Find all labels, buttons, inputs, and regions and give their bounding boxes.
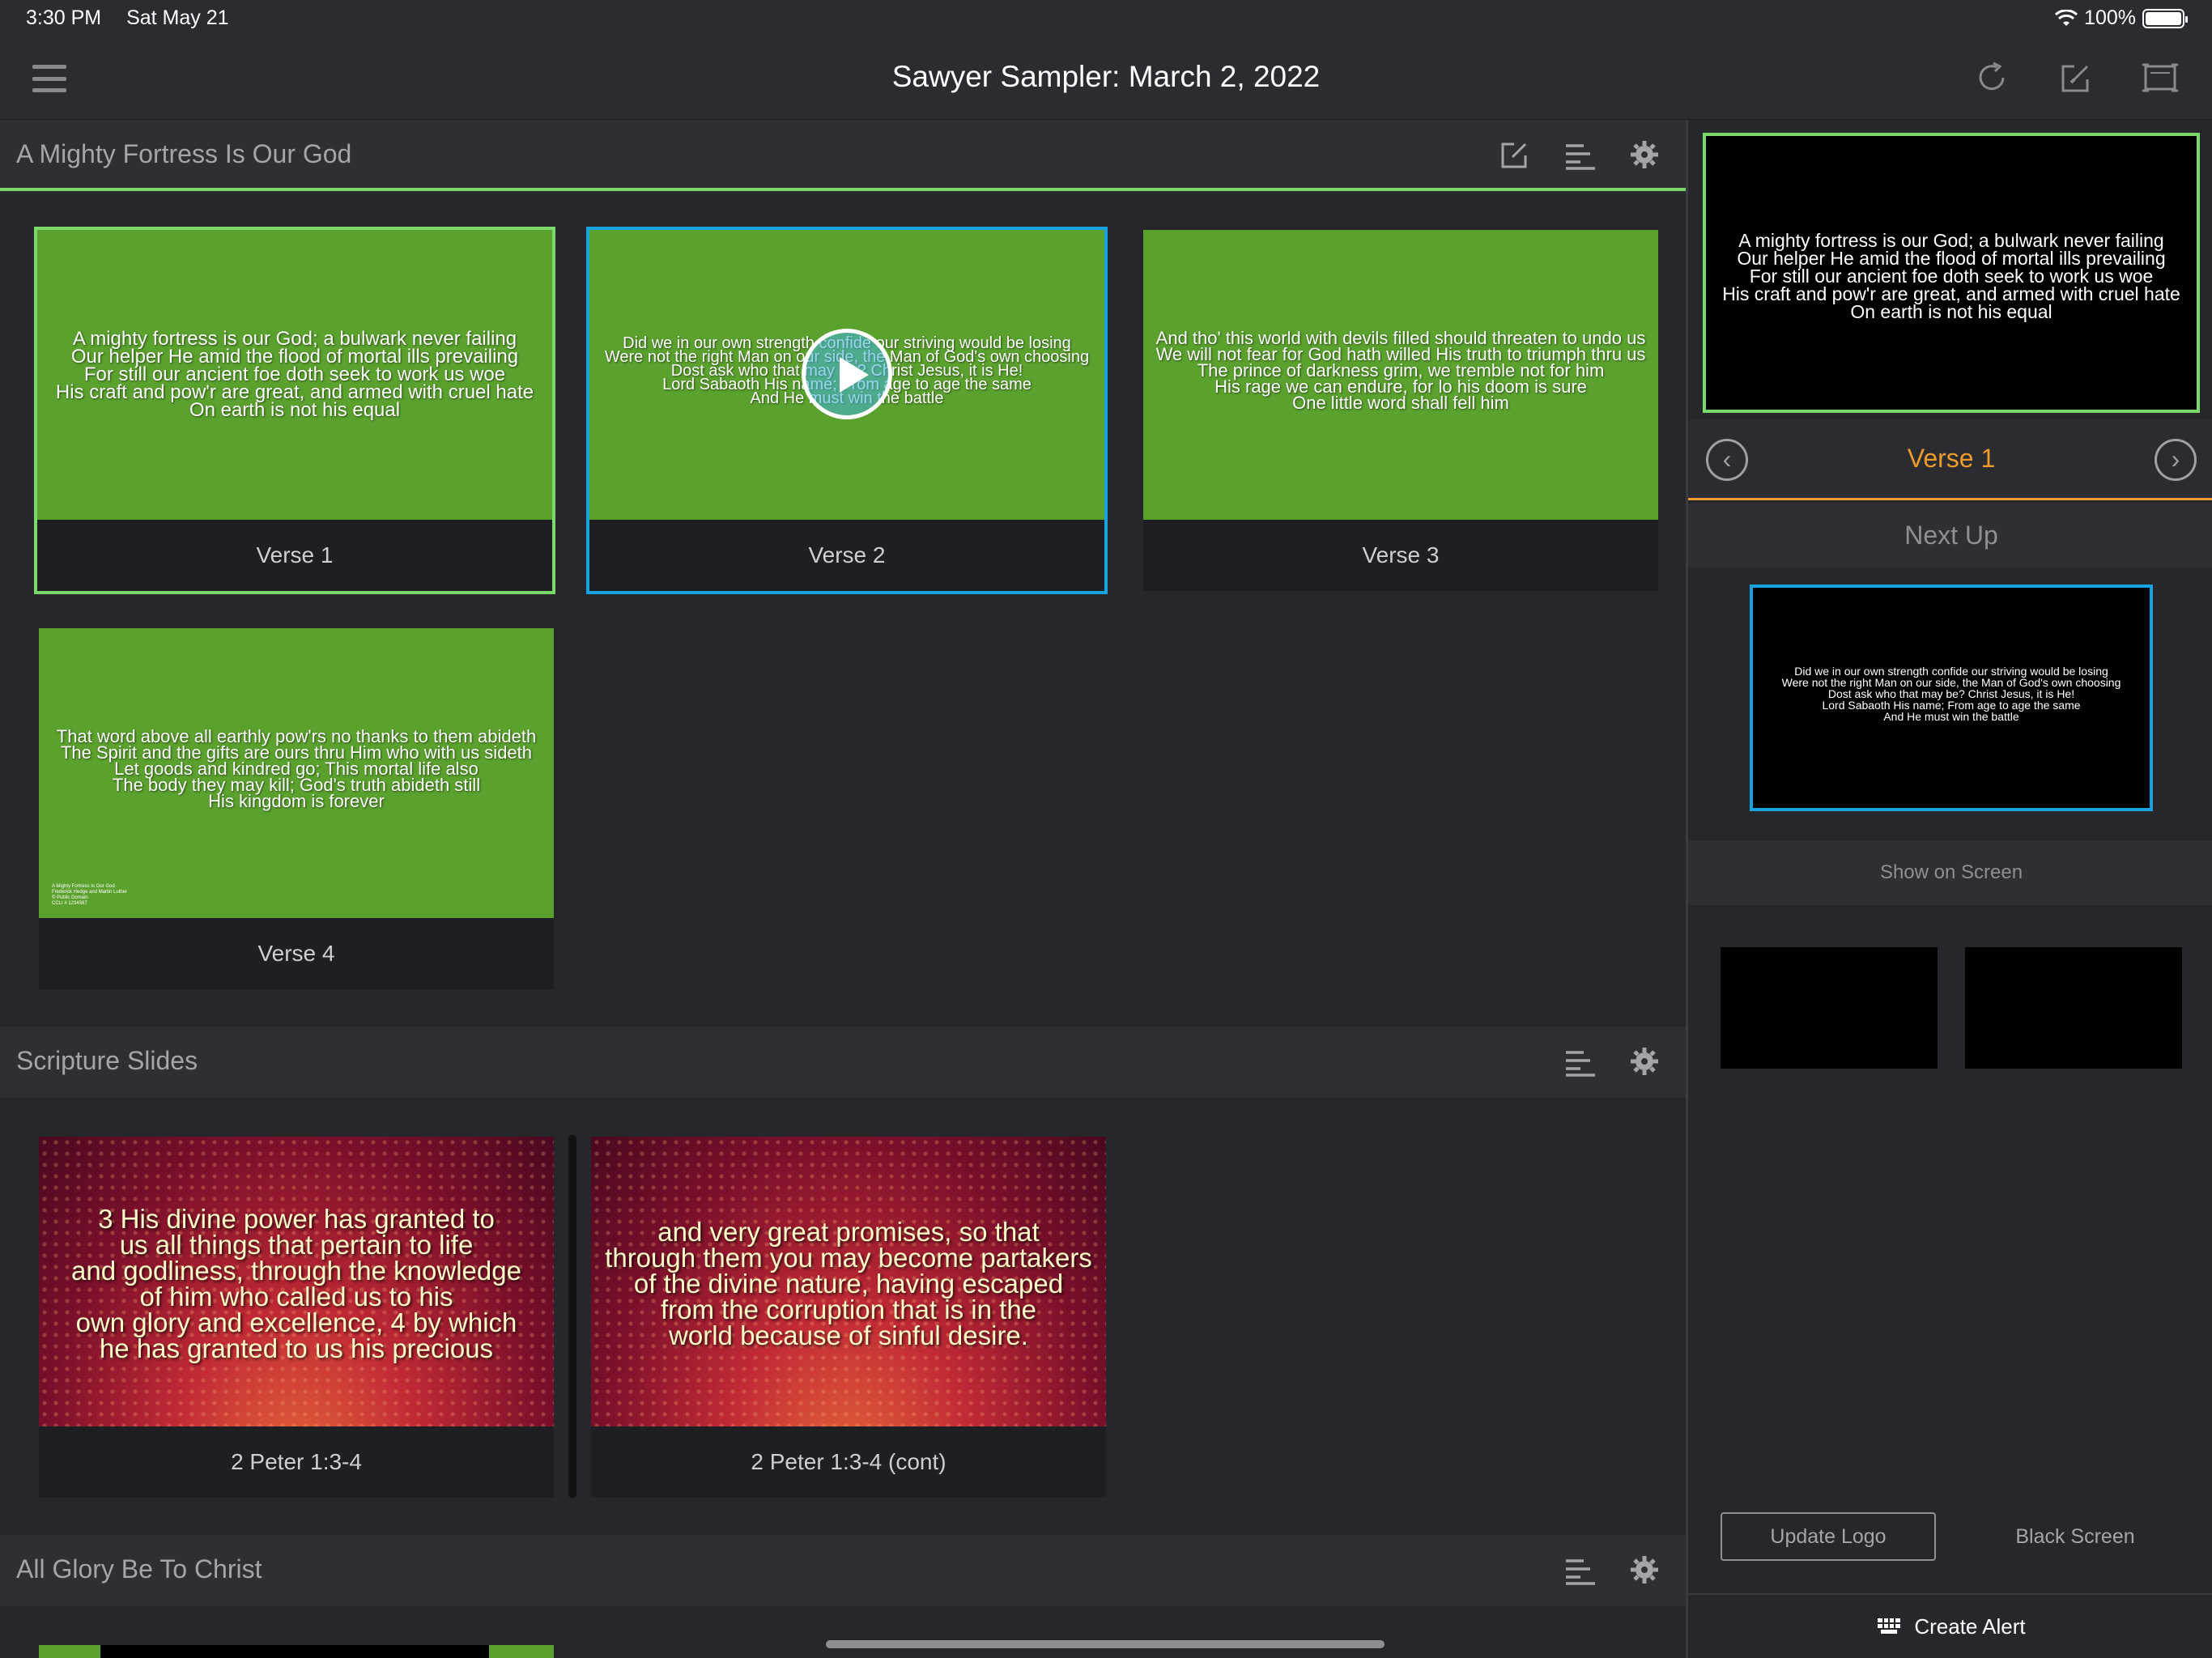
drag-divider[interactable] bbox=[568, 1135, 576, 1498]
slide-text: That word above all earthly pow'rs no th… bbox=[56, 726, 537, 811]
screen-option-1[interactable] bbox=[1721, 947, 1938, 1069]
arrange-icon[interactable] bbox=[1563, 1044, 1597, 1078]
next-up-header: Next Up bbox=[1688, 503, 2212, 568]
slide-card-verse-3[interactable]: And tho' this world with devils filled s… bbox=[1143, 230, 1658, 591]
preview-text: A mighty fortress is our God; a bulwark … bbox=[1722, 230, 2180, 322]
status-indicators: 100% bbox=[2055, 6, 2188, 30]
status-time: 3:30 PM bbox=[26, 6, 102, 29]
settings-icon[interactable] bbox=[1627, 1044, 1661, 1078]
update-logo-button[interactable]: Update Logo bbox=[1721, 1512, 1936, 1561]
section-title: A Mighty Fortress Is Our God bbox=[16, 139, 352, 168]
section-header-glory[interactable]: All Glory Be To Christ bbox=[0, 1535, 1686, 1606]
slide-thumbnail: 3 His divine power has granted to us all… bbox=[39, 1137, 554, 1426]
current-slide-label: Verse 1 bbox=[1907, 444, 1996, 473]
section-actions bbox=[1498, 138, 1661, 172]
slide-label: Verse 1 bbox=[37, 520, 552, 591]
section-actions bbox=[1563, 1553, 1661, 1587]
present-icon[interactable] bbox=[2141, 58, 2180, 97]
page-title: Sawyer Sampler: March 2, 2022 bbox=[891, 60, 1321, 93]
status-bar: 3:30 PM Sat May 21 100% bbox=[0, 0, 2212, 40]
slide-text: A mighty fortress is our God; a bulwark … bbox=[55, 328, 534, 421]
screen-option-2[interactable] bbox=[1965, 947, 2182, 1069]
battery-percent: 100% bbox=[2084, 6, 2136, 29]
slide-thumbnail: A mighty fortress is our God; a bulwark … bbox=[37, 230, 552, 520]
slide-thumbnail: and very great promises, so that through… bbox=[591, 1137, 1106, 1426]
slide-thumbnail: That word above all earthly pow'rs no th… bbox=[39, 628, 554, 918]
slide-label: Verse 4 bbox=[39, 918, 554, 989]
slide-card-partial[interactable] bbox=[39, 1645, 554, 1658]
arrange-icon[interactable] bbox=[1563, 1553, 1597, 1587]
slide-card-2-peter-2[interactable]: and very great promises, so that through… bbox=[591, 1137, 1106, 1498]
chevron-right-icon[interactable]: › bbox=[2155, 439, 2197, 481]
slide-card-verse-2[interactable]: Did we in our own strength confide our s… bbox=[586, 227, 1108, 594]
edit-icon[interactable] bbox=[1498, 138, 1532, 172]
keyboard-icon bbox=[1878, 1618, 1901, 1634]
arrange-icon[interactable] bbox=[1563, 138, 1597, 172]
live-panel: A mighty fortress is our God; a bulwark … bbox=[1686, 120, 2212, 1658]
refresh-icon[interactable] bbox=[1972, 58, 2011, 97]
service-content: A Mighty Fortress Is Our God A mighty fo… bbox=[0, 120, 1686, 1658]
next-up-thumbnail[interactable]: Did we in our own strength confide our s… bbox=[1750, 585, 2153, 811]
settings-icon[interactable] bbox=[1627, 138, 1661, 172]
section-header-scripture[interactable]: Scripture Slides bbox=[0, 1027, 1686, 1098]
slide-card-verse-4[interactable]: That word above all earthly pow'rs no th… bbox=[39, 628, 554, 989]
slide-card-2-peter-1[interactable]: 3 His divine power has granted to us all… bbox=[39, 1137, 554, 1498]
play-icon[interactable] bbox=[802, 329, 892, 419]
section-title: All Glory Be To Christ bbox=[16, 1554, 262, 1584]
section-actions bbox=[1563, 1044, 1661, 1078]
create-alert-button[interactable]: Create Alert bbox=[1688, 1593, 2212, 1658]
status-date: Sat May 21 bbox=[126, 6, 229, 29]
slide-thumbnail: Did we in our own strength confide our s… bbox=[589, 230, 1104, 520]
edit-icon[interactable] bbox=[2057, 58, 2095, 97]
slide-thumbnail: And tho' this world with devils filled s… bbox=[1143, 230, 1658, 520]
slide-text: and very great promises, so that through… bbox=[605, 1217, 1092, 1350]
slide-text: And tho' this world with devils filled s… bbox=[1155, 328, 1646, 413]
battery-icon bbox=[2142, 8, 2188, 28]
settings-icon[interactable] bbox=[1627, 1553, 1661, 1587]
slide-card-verse-1[interactable]: A mighty fortress is our God; a bulwark … bbox=[34, 227, 555, 594]
next-up-text: Did we in our own strength confide our s… bbox=[1781, 665, 2121, 723]
home-indicator[interactable] bbox=[826, 1640, 1385, 1648]
nav-actions bbox=[1972, 58, 2180, 97]
slide-text: 3 His divine power has granted to us all… bbox=[71, 1204, 521, 1363]
slide-label: 2 Peter 1:3-4 bbox=[39, 1426, 554, 1498]
slide-label: Verse 3 bbox=[1143, 520, 1658, 591]
section-header-fortress[interactable]: A Mighty Fortress Is Our God bbox=[0, 120, 1686, 191]
navigation-bar: Sawyer Sampler: March 2, 2022 bbox=[0, 40, 2212, 120]
black-screen-button[interactable]: Black Screen bbox=[1963, 1512, 2187, 1561]
wifi-icon bbox=[2055, 9, 2078, 26]
live-preview[interactable]: A mighty fortress is our God; a bulwark … bbox=[1703, 133, 2200, 413]
create-alert-label: Create Alert bbox=[1914, 1613, 2026, 1639]
slide-navigator: ‹ Verse 1 › bbox=[1688, 419, 2212, 500]
status-time-date: 3:30 PM Sat May 21 bbox=[26, 6, 229, 30]
show-on-screen-header: Show on Screen bbox=[1688, 840, 2212, 905]
copyright-text: A Mighty Fortress Is Our God Frederick H… bbox=[52, 884, 128, 906]
section-title: Scripture Slides bbox=[16, 1046, 198, 1075]
slide-label: Verse 2 bbox=[589, 520, 1104, 591]
slide-label: 2 Peter 1:3-4 (cont) bbox=[591, 1426, 1106, 1498]
